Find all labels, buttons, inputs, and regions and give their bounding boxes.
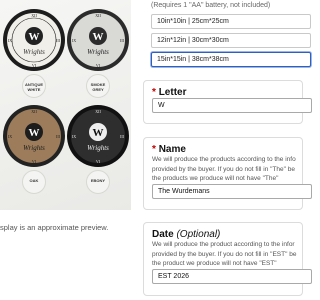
product-customizer: XII III VI IX W Wrights ANTIQUE WHITE XII III… <box>0 0 312 300</box>
date-help-text: We will produce the product according to… <box>152 241 297 267</box>
finish-tag: OAK <box>22 170 46 194</box>
svg-text:IX: IX <box>8 38 12 43</box>
size-option-15in[interactable]: 15in*15in | 38cm*38cm <box>151 52 311 67</box>
svg-text:XII: XII <box>95 109 101 114</box>
clock-smoke-grey[interactable]: XII III VI IX W Wrights <box>66 8 130 72</box>
battery-note: (Requires 1 "AA" battery, not included) <box>151 2 271 9</box>
name-input[interactable]: The Wurdemans <box>152 184 312 199</box>
clock-antique-white[interactable]: XII III VI IX W Wrights <box>2 8 66 72</box>
svg-text:Wrights: Wrights <box>87 144 109 152</box>
svg-text:Wrights: Wrights <box>23 144 45 152</box>
date-title: Date (Optional) <box>152 229 221 240</box>
required-marker: * <box>152 87 156 98</box>
svg-text:VI: VI <box>32 159 37 164</box>
finish-tag: SMOKE GREY <box>86 74 110 98</box>
name-section: * Name We will produce the products acco… <box>143 137 312 210</box>
letter-input[interactable]: W <box>152 98 312 113</box>
clock-oak[interactable]: XII III VI IX W Wrights <box>2 104 66 168</box>
svg-text:IX: IX <box>72 134 76 139</box>
customization-form: (Requires 1 "AA" battery, not included) … <box>143 0 312 300</box>
product-preview: XII III VI IX W Wrights ANTIQUE WHITE XII III… <box>0 0 131 210</box>
finish-tag: EBONY <box>86 170 110 194</box>
svg-text:XII: XII <box>31 13 37 18</box>
letter-section: * Letter W <box>143 80 312 124</box>
letter-title: * Letter <box>152 87 187 98</box>
svg-text:XII: XII <box>31 109 37 114</box>
finish-tag: ANTIQUE WHITE <box>22 74 46 98</box>
svg-text:Wrights: Wrights <box>23 48 45 56</box>
svg-text:III: III <box>120 134 125 139</box>
name-help-text: We will produce the products according t… <box>152 156 296 182</box>
svg-text:W: W <box>93 31 104 43</box>
clock-ebony[interactable]: XII III VI IX W Wrights <box>66 104 130 168</box>
size-option-10in[interactable]: 10in*10in | 25cm*25cm <box>151 14 311 29</box>
svg-text:W: W <box>29 127 40 139</box>
svg-text:III: III <box>120 38 125 43</box>
name-title: * Name <box>152 144 186 155</box>
svg-text:Wrights: Wrights <box>87 48 109 56</box>
svg-text:VI: VI <box>96 63 101 68</box>
svg-text:IX: IX <box>72 38 76 43</box>
date-input[interactable]: EST 2026 <box>152 269 312 284</box>
date-section: Date (Optional) We will produce the prod… <box>143 222 312 296</box>
required-marker: * <box>152 144 156 155</box>
svg-text:VI: VI <box>96 159 101 164</box>
preview-caption: splay is an approximate preview. <box>0 223 109 232</box>
svg-text:III: III <box>56 134 61 139</box>
size-option-12in[interactable]: 12in*12in | 30cm*30cm <box>151 33 311 48</box>
svg-text:W: W <box>93 127 104 139</box>
svg-text:XII: XII <box>95 13 101 18</box>
svg-text:IX: IX <box>8 134 12 139</box>
svg-text:VI: VI <box>32 63 37 68</box>
svg-text:III: III <box>56 38 61 43</box>
svg-text:W: W <box>29 31 40 43</box>
